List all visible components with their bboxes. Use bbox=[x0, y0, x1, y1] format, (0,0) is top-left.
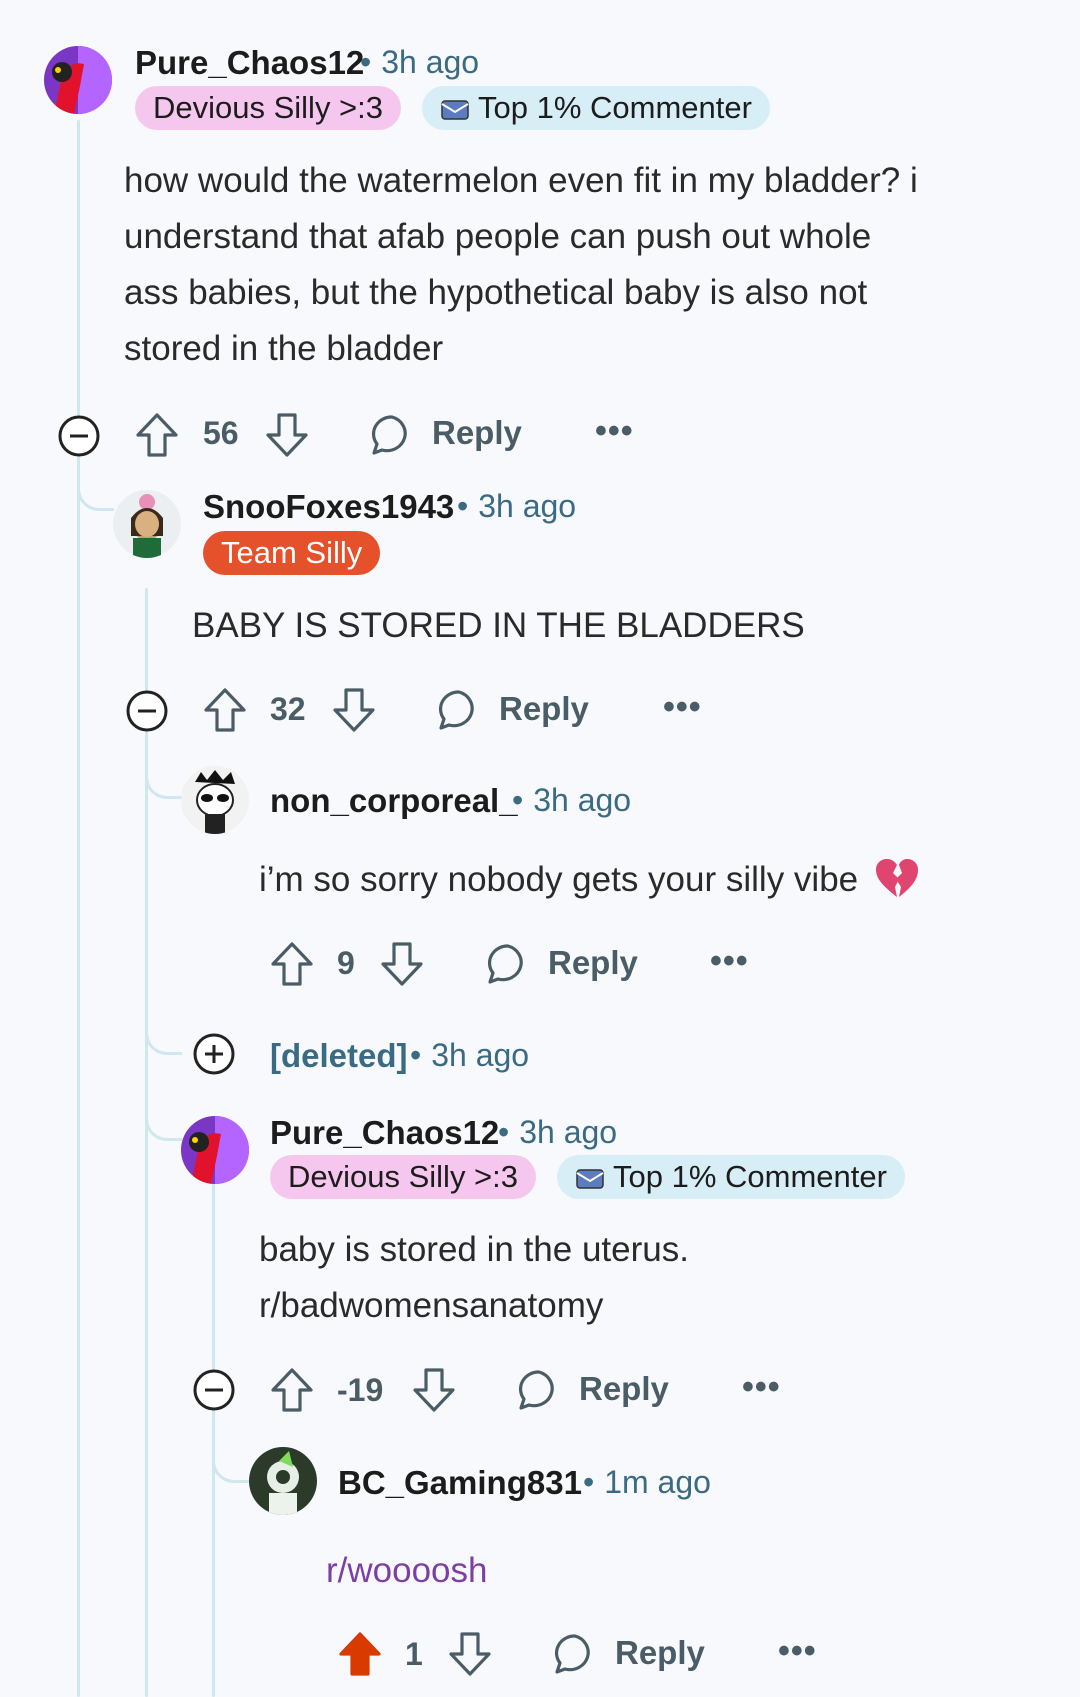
comment-body: how would the watermelon even fit in my … bbox=[124, 161, 918, 368]
reply-bubble-icon[interactable] bbox=[486, 942, 530, 986]
separator: • bbox=[360, 44, 372, 80]
reply-bubble-icon[interactable] bbox=[437, 688, 481, 732]
user-flair: Devious Silly >:3 bbox=[135, 86, 402, 130]
achievement-flair: Top 1% Commenter bbox=[422, 86, 770, 130]
downvote-icon[interactable] bbox=[379, 940, 425, 988]
username[interactable]: non_corporeal_ bbox=[270, 782, 518, 820]
username[interactable]: Pure_Chaos12 bbox=[270, 1114, 499, 1152]
avatar[interactable] bbox=[249, 1447, 317, 1515]
separator: • bbox=[457, 488, 469, 524]
timestamp: 3h ago bbox=[533, 782, 632, 818]
username[interactable]: BC_Gaming831 bbox=[338, 1464, 582, 1502]
comment-body: baby is stored in the uterus. r/badwomen… bbox=[259, 1230, 689, 1325]
reply-button[interactable]: Reply bbox=[432, 414, 522, 452]
user-flair: Team Silly bbox=[203, 531, 381, 575]
thread-elbow bbox=[145, 748, 182, 799]
timestamp: 3h ago bbox=[478, 488, 577, 524]
thread-elbow bbox=[77, 460, 114, 511]
upvote-icon[interactable] bbox=[269, 1366, 315, 1414]
comment-meta: • 3h ago bbox=[350, 44, 479, 81]
vote-count: 9 bbox=[337, 945, 355, 981]
subreddit-link[interactable]: r/woooosh bbox=[326, 1543, 487, 1599]
collapse-icon[interactable] bbox=[125, 689, 169, 733]
avatar[interactable] bbox=[44, 46, 112, 114]
upvote-icon[interactable] bbox=[134, 411, 180, 459]
comment-body: i’m so sorry nobody gets your silly vibe bbox=[259, 852, 920, 908]
timestamp: 3h ago bbox=[519, 1114, 618, 1150]
downvote-icon[interactable] bbox=[331, 686, 377, 734]
thread-line-level-1-top bbox=[77, 120, 80, 400]
upvote-icon[interactable] bbox=[202, 686, 248, 734]
timestamp: 3h ago bbox=[381, 44, 480, 80]
thread-elbow bbox=[145, 1000, 182, 1055]
vote-count: -19 bbox=[337, 1372, 384, 1408]
reply-bubble-icon[interactable] bbox=[553, 1632, 597, 1676]
upvote-active-icon[interactable] bbox=[337, 1630, 383, 1678]
downvote-icon[interactable] bbox=[264, 411, 310, 459]
timestamp: 3h ago bbox=[431, 1037, 530, 1073]
comment-meta: • 3h ago bbox=[502, 782, 631, 819]
deleted-username[interactable]: [deleted] bbox=[270, 1037, 408, 1075]
reply-bubble-icon[interactable] bbox=[370, 413, 414, 457]
username[interactable]: Pure_Chaos12 bbox=[135, 44, 364, 82]
more-options-button[interactable]: ••• bbox=[742, 1368, 781, 1407]
avatar[interactable] bbox=[113, 490, 181, 558]
flair-label: Top 1% Commenter bbox=[478, 90, 752, 125]
reply-button[interactable]: Reply bbox=[499, 690, 589, 728]
comment-meta: • 3h ago bbox=[447, 488, 576, 525]
flair-label: Top 1% Commenter bbox=[613, 1159, 887, 1194]
timestamp: 1m ago bbox=[604, 1464, 711, 1500]
separator: • bbox=[410, 1037, 422, 1073]
more-options-button[interactable]: ••• bbox=[778, 1632, 817, 1671]
vote-count: 56 bbox=[203, 415, 239, 451]
envelope-badge-icon bbox=[576, 1169, 604, 1189]
separator: • bbox=[512, 782, 524, 818]
collapse-icon[interactable] bbox=[57, 414, 101, 458]
achievement-flair: Top 1% Commenter bbox=[557, 1155, 905, 1199]
avatar[interactable] bbox=[181, 766, 249, 834]
user-flair: Devious Silly >:3 bbox=[270, 1155, 537, 1199]
more-options-button[interactable]: ••• bbox=[595, 412, 634, 451]
more-options-button[interactable]: ••• bbox=[663, 688, 702, 727]
downvote-icon[interactable] bbox=[447, 1630, 493, 1678]
expand-icon[interactable] bbox=[192, 1032, 236, 1076]
avatar[interactable] bbox=[181, 1116, 249, 1184]
more-options-button[interactable]: ••• bbox=[710, 942, 749, 981]
vote-count: 32 bbox=[270, 691, 306, 727]
thread-elbow bbox=[145, 1090, 182, 1141]
envelope-badge-icon bbox=[441, 100, 469, 120]
reply-button[interactable]: Reply bbox=[615, 1634, 705, 1672]
downvote-icon[interactable] bbox=[411, 1366, 457, 1414]
comment-meta: • 3h ago bbox=[488, 1114, 617, 1151]
upvote-icon[interactable] bbox=[269, 940, 315, 988]
vote-count: 1 bbox=[405, 1636, 423, 1672]
separator: • bbox=[498, 1114, 510, 1150]
comment-body: BABY IS STORED IN THE BLADDERS bbox=[192, 606, 805, 645]
reply-button[interactable]: Reply bbox=[548, 944, 638, 982]
broken-heart-emoji bbox=[875, 859, 918, 897]
comment-meta: • 1m ago bbox=[573, 1464, 711, 1501]
separator: • bbox=[583, 1464, 595, 1500]
reply-bubble-icon[interactable] bbox=[517, 1368, 561, 1412]
collapse-icon[interactable] bbox=[192, 1368, 236, 1412]
comment-meta: • 3h ago bbox=[400, 1037, 529, 1074]
reply-button[interactable]: Reply bbox=[579, 1370, 669, 1408]
thread-elbow bbox=[212, 1420, 249, 1483]
username[interactable]: SnooFoxes1943 bbox=[203, 488, 454, 526]
